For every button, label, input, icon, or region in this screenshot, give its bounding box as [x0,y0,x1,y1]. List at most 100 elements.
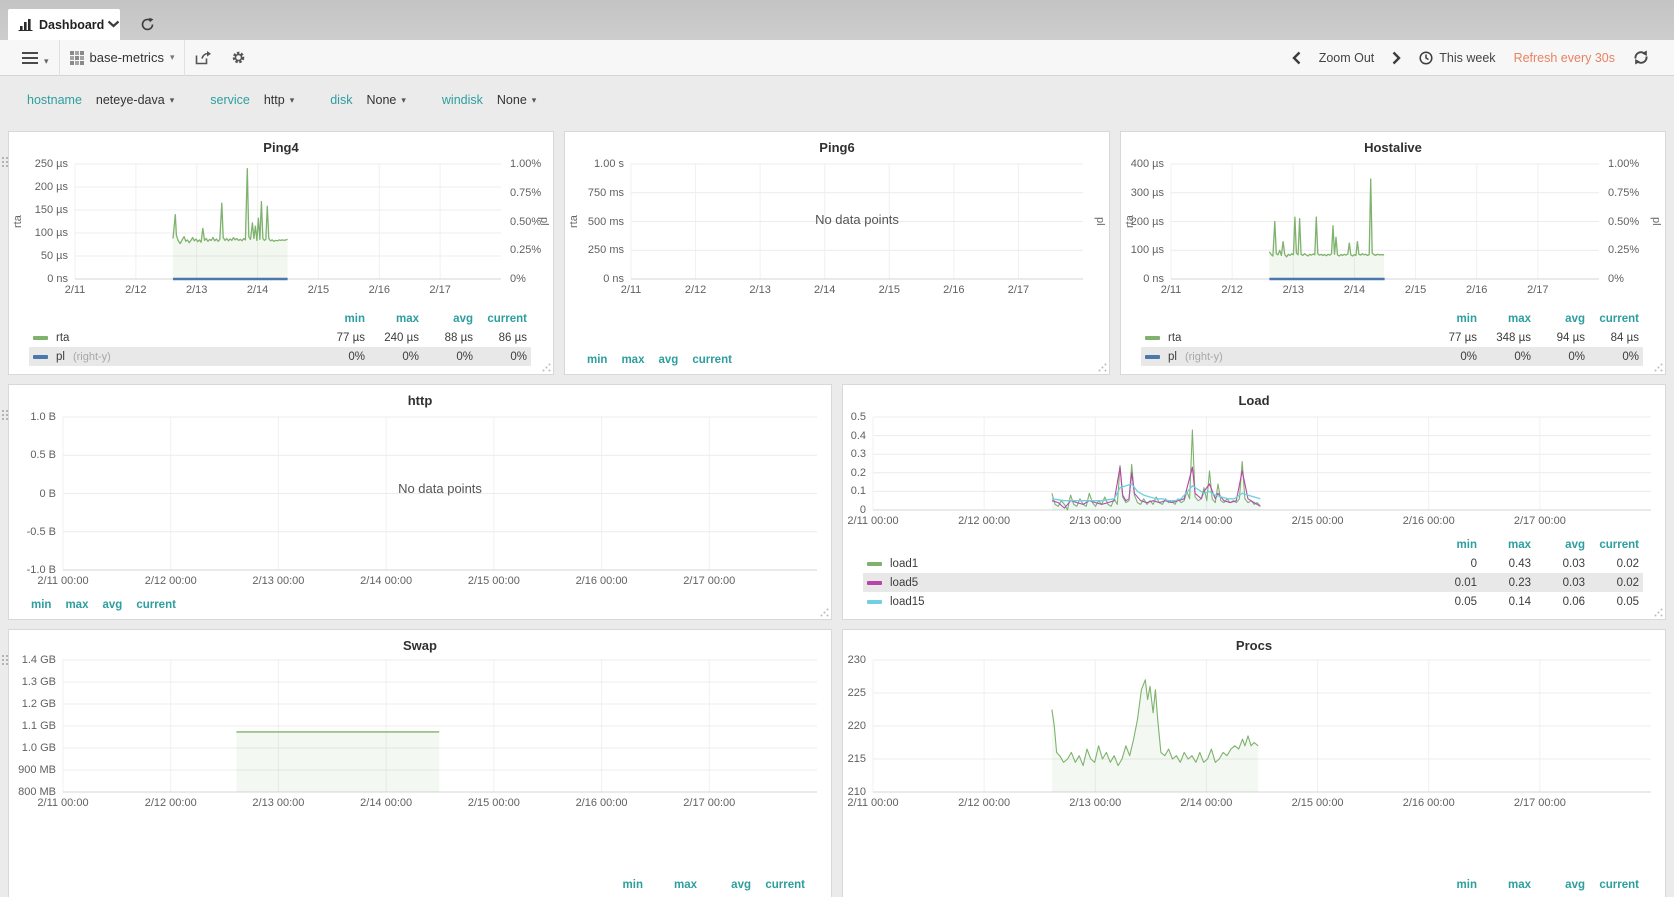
settings-button[interactable] [221,40,256,76]
legend-header[interactable]: current [1585,879,1639,891]
legend-header[interactable]: max [1477,313,1531,325]
legend-value: 88 µs [419,332,473,344]
plot-area[interactable]: 400 µs300 µs200 µs100 µs0 ns1.00%0.75%0.… [1171,164,1599,279]
time-range-picker[interactable]: This week [1410,40,1504,76]
legend-header[interactable]: min [311,313,365,325]
legend-series-toggle[interactable]: load5 [867,577,1423,589]
axis-tick-label: 2/16 [369,284,390,296]
legend-header[interactable]: min [1423,313,1477,325]
axis-tick-label: 2/12 00:00 [958,797,1010,809]
legend-header[interactable]: current [1585,539,1639,551]
plot-area[interactable]: 1.00 s750 ms500 ms250 ms0 ns2/112/122/13… [631,164,1083,279]
plot-area[interactable]: 1.4 GB1.3 GB1.2 GB1.1 GB1.0 GB900 MB800 … [63,660,817,792]
variable-value-disk[interactable]: None ▾ [366,93,405,107]
legend-value: 0 [1423,558,1477,570]
legend-row: pl(right-y)0%0%0%0% [29,347,531,366]
panel-title[interactable]: Load [843,385,1665,409]
resize-handle-icon[interactable] [542,363,551,372]
legend-header[interactable]: min [1423,879,1477,891]
legend-header[interactable]: current [473,313,527,325]
legend-header[interactable]: max [621,354,644,366]
legend-header[interactable]: current [692,354,732,366]
legend-header[interactable]: avg [1531,313,1585,325]
legend-header[interactable]: current [751,879,805,891]
panel-title[interactable]: Procs [843,630,1665,654]
legend-header[interactable]: max [1477,539,1531,551]
panel-title[interactable]: Hostalive [1121,132,1665,156]
grid-icon [70,51,84,65]
variable-value-windisk[interactable]: None ▾ [497,93,536,107]
legend-header[interactable]: min [1423,539,1477,551]
legend-header[interactable]: avg [102,599,122,611]
panel-title[interactable]: Ping6 [565,132,1109,156]
axis-tick-label: 400 µs [1131,158,1164,170]
variable-label-service: service [210,93,250,107]
legend-series-toggle[interactable]: rta [33,332,311,344]
resize-handle-icon[interactable] [820,608,829,617]
legend-series-toggle[interactable]: pl(right-y) [33,351,311,363]
panel-load: Load 0.50.40.30.20.102/11 00:002/12 00:00… [842,384,1666,620]
axis-tick-label: 2/12 [1221,284,1242,296]
legend-swatch-icon [1145,336,1160,340]
legend-header[interactable]: min [589,879,643,891]
chart-canvas [63,660,817,792]
axis-tick-label: 2/17 [429,284,450,296]
legend-header[interactable]: avg [658,354,678,366]
axis-tick-label: 2/16 00:00 [1403,797,1455,809]
plot-area[interactable]: 0.50.40.30.20.102/11 00:002/12 00:002/13… [873,417,1651,510]
legend-header[interactable]: min [31,599,51,611]
resize-handle-icon[interactable] [1098,363,1107,372]
tab-reload-button[interactable] [132,12,162,36]
main-menu-button[interactable]: ▾ [12,40,59,76]
variable-current-value: neteye-dava [96,93,165,107]
legend-value: 348 µs [1477,332,1531,344]
variable-current-value: None [497,93,527,107]
legend-header[interactable]: current [1585,313,1639,325]
legend-header[interactable]: avg [697,879,751,891]
legend-series-toggle[interactable]: load1 [867,558,1423,570]
axis-tick-label: 300 µs [1131,187,1164,199]
legend-value: 0% [1423,351,1477,363]
legend-header[interactable]: min [587,354,607,366]
share-button[interactable] [185,40,221,76]
panel-title[interactable]: Ping4 [9,132,553,156]
legend-value: 0.23 [1477,577,1531,589]
refresh-now-button[interactable] [1624,40,1658,76]
legend-value: 86 µs [473,332,527,344]
panel-title[interactable]: Swap [9,630,831,654]
legend-header[interactable]: max [643,879,697,891]
axis-tick-label: 0% [510,273,526,285]
legend-header[interactable]: avg [1531,539,1585,551]
plot-area[interactable]: 250 µs200 µs150 µs100 µs50 µs0 ns1.00%0.… [75,164,501,279]
legend: minmaxavgcurrentprocs214227216217 [863,875,1643,897]
axis-tick-label: 0.2 [851,467,866,479]
tab-list-button[interactable] [98,12,128,36]
refresh-interval-picker[interactable]: Refresh every 30s [1505,40,1624,76]
plot-area[interactable]: 1.0 B0.5 B0 B-0.5 B-1.0 B2/11 00:002/12 … [63,417,817,570]
variable-value-hostname[interactable]: neteye-dava ▾ [96,93,174,107]
legend-header[interactable]: max [65,599,88,611]
axis-tick-label: 215 [848,753,866,765]
legend-series-toggle[interactable]: load15 [867,596,1423,608]
legend-swatch-icon [33,355,48,359]
legend-header[interactable]: avg [419,313,473,325]
time-forward-button[interactable] [1383,40,1410,76]
resize-handle-icon[interactable] [1654,363,1663,372]
legend-header[interactable]: current [136,599,176,611]
variable-value-service[interactable]: http ▾ [264,93,294,107]
axis-tick-label: -0.5 B [27,526,56,538]
legend-series-toggle[interactable]: rta [1145,332,1423,344]
legend-header[interactable]: max [1477,879,1531,891]
legend-header[interactable]: max [365,313,419,325]
resize-handle-icon[interactable] [1654,608,1663,617]
time-back-button[interactable] [1283,40,1310,76]
plot-area[interactable]: 2302252202152102/11 00:002/12 00:002/13 … [873,660,1651,792]
axis-tick-label: 2/13 00:00 [252,797,304,809]
axis-tick-label: 2/17 00:00 [683,575,735,587]
axis-tick-label: 2/15 00:00 [1292,797,1344,809]
legend-header[interactable]: avg [1531,879,1585,891]
zoom-out-button[interactable]: Zoom Out [1310,40,1384,76]
legend-series-toggle[interactable]: pl(right-y) [1145,351,1423,363]
panel-title[interactable]: http [9,385,831,409]
dashboard-picker[interactable]: base-metrics ▾ [60,40,185,76]
